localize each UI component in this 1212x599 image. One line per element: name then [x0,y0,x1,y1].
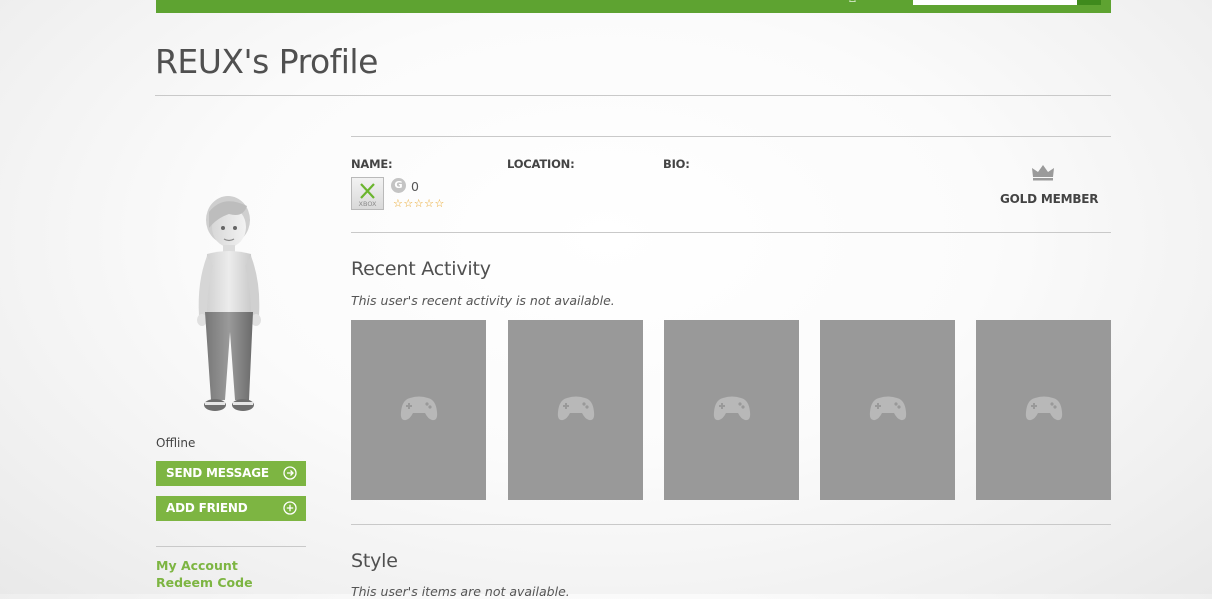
style-title: Style [351,550,398,572]
my-account-link[interactable]: My Account [156,558,238,573]
activity-placeholder-tile [508,320,643,500]
style-message: This user's items are not available. [351,584,570,599]
sidebar-divider [156,546,306,547]
avatar-image [197,196,261,411]
activity-placeholder-tile [351,320,486,500]
controller-icon [713,396,751,421]
activity-divider [351,524,1111,525]
bio-label: BIO: [663,157,690,171]
send-message-button[interactable]: SEND MESSAGE [156,461,306,486]
info-bottom-divider [351,232,1111,233]
search-button[interactable] [1077,0,1101,5]
activity-placeholder-tile [820,320,955,500]
info-top-divider [351,136,1111,137]
location-label: LOCATION: [507,157,575,171]
controller-icon [400,396,438,421]
arrow-right-circle-icon [283,466,297,480]
nav-icon[interactable]: ♙ [848,0,857,5]
reputation-stars: ☆☆☆☆☆ [393,197,445,210]
xbox-logo-icon: XBOX [359,183,377,208]
add-friend-button[interactable]: ADD FRIEND [156,496,306,521]
controller-icon [869,396,907,421]
top-nav-bar: ♙ [156,0,1111,13]
page-title: REUX's Profile [155,42,378,81]
gamerpic: XBOX [351,177,384,210]
recent-activity-title: Recent Activity [351,258,491,280]
gamerpic-label: XBOX [359,200,377,208]
recent-activity-message: This user's recent activity is not avail… [351,293,615,308]
activity-placeholder-tile [664,320,799,500]
search-input[interactable] [913,0,1077,5]
add-friend-label: ADD FRIEND [166,501,248,515]
gamerscore-value: 0 [411,179,419,194]
title-divider [155,95,1111,96]
controller-icon [557,396,595,421]
membership-label: GOLD MEMBER [1000,192,1099,206]
online-status: Offline [156,436,196,450]
crown-icon [1032,165,1054,181]
send-message-label: SEND MESSAGE [166,466,269,480]
name-label: NAME: [351,157,393,171]
redeem-code-link[interactable]: Redeem Code [156,575,253,590]
gamerscore-icon: G [391,178,406,193]
plus-circle-icon [283,501,297,515]
controller-icon [1025,396,1063,421]
activity-placeholder-tile [976,320,1111,500]
